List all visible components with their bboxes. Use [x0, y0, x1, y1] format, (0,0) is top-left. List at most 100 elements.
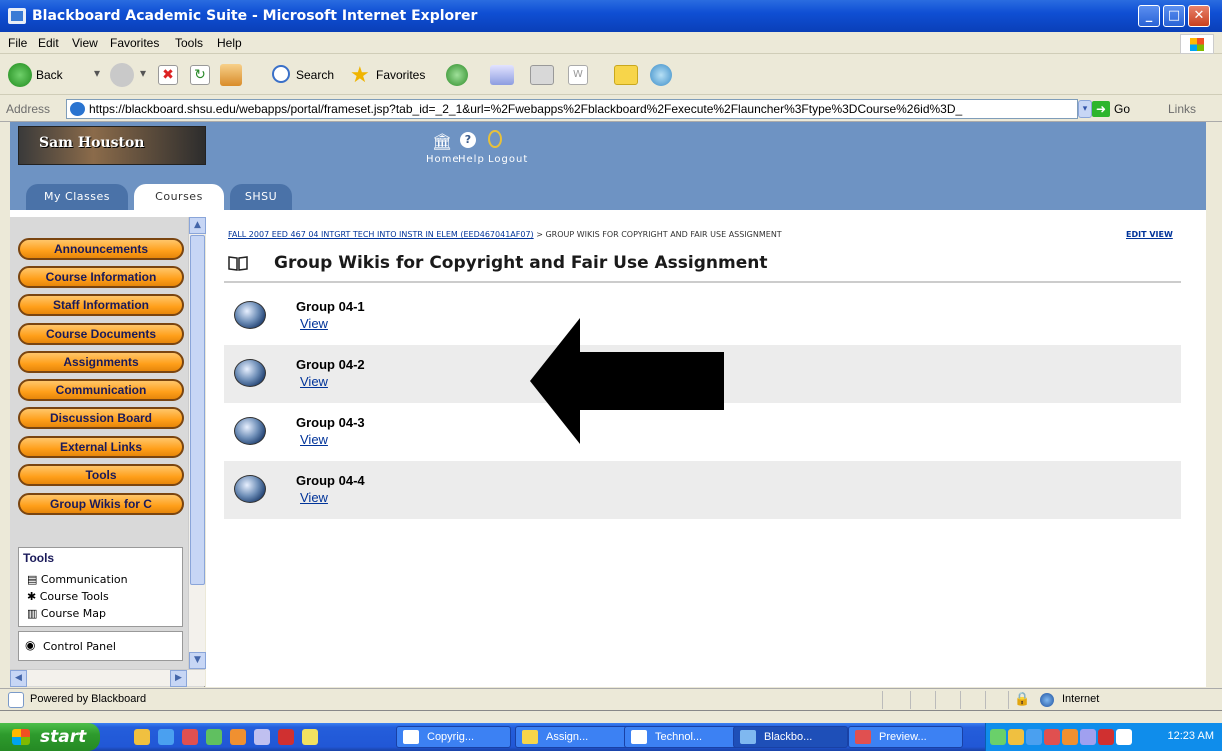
- task-folder-assign[interactable]: Assign...: [515, 726, 630, 748]
- home-building-icon[interactable]: 🏛: [432, 132, 452, 151]
- nav-home[interactable]: Home: [426, 154, 460, 165]
- tray-icon[interactable]: [1098, 729, 1114, 745]
- menu-group-wikis[interactable]: Group Wikis for C: [18, 493, 184, 515]
- nav-logout[interactable]: Logout: [488, 154, 528, 165]
- address-dropdown-icon[interactable]: ▾: [1078, 100, 1092, 118]
- menu-assignments[interactable]: Assignments: [18, 351, 184, 373]
- search-icon[interactable]: [272, 65, 290, 83]
- quicklaunch-icon[interactable]: [254, 729, 270, 745]
- control-panel[interactable]: ◉ Control Panel: [18, 631, 183, 661]
- menu-edit[interactable]: Edit: [38, 36, 59, 50]
- back-dropdown-icon[interactable]: ▾: [94, 66, 100, 80]
- favorites-star-icon[interactable]: ★: [350, 62, 370, 88]
- menu-discussion-board[interactable]: Discussion Board: [18, 407, 184, 429]
- go-arrow-icon[interactable]: ➜: [1092, 101, 1110, 117]
- forward-dropdown-icon[interactable]: ▾: [140, 66, 146, 80]
- status-divider: [882, 691, 883, 709]
- scroll-right-icon[interactable]: ▶: [170, 670, 187, 687]
- folder-icon[interactable]: [614, 65, 638, 85]
- refresh-icon[interactable]: ↻: [190, 65, 210, 85]
- search-label[interactable]: Search: [296, 68, 334, 82]
- status-divider: [910, 691, 911, 709]
- scroll-left-icon[interactable]: ◀: [10, 670, 27, 687]
- quicklaunch-icon[interactable]: [206, 729, 222, 745]
- tool-course-map[interactable]: ▥ Course Map: [27, 607, 106, 620]
- task-word-copyright[interactable]: Copyrig...: [396, 726, 511, 748]
- menu-communication[interactable]: Communication: [18, 379, 184, 401]
- close-button[interactable]: ✕: [1188, 5, 1210, 27]
- mail-icon[interactable]: [490, 65, 514, 85]
- group-view-link[interactable]: View: [300, 490, 328, 505]
- tray-icon[interactable]: [1044, 729, 1060, 745]
- quicklaunch-icon[interactable]: [302, 729, 318, 745]
- quicklaunch-icon[interactable]: [158, 729, 174, 745]
- quicklaunch-icon[interactable]: [278, 729, 294, 745]
- tray-icon[interactable]: [1080, 729, 1096, 745]
- nav-help[interactable]: Help: [458, 154, 485, 165]
- group-view-link[interactable]: View: [300, 316, 328, 331]
- group-view-link[interactable]: View: [300, 374, 328, 389]
- menu-view[interactable]: View: [72, 36, 98, 50]
- quicklaunch-icon[interactable]: [134, 729, 150, 745]
- tray-icon[interactable]: [1062, 729, 1078, 745]
- maximize-button[interactable]: □: [1163, 5, 1185, 27]
- tray-icon[interactable]: [1026, 729, 1042, 745]
- tool-communication[interactable]: ▤ Communication: [27, 573, 128, 586]
- go-button[interactable]: Go: [1114, 102, 1130, 116]
- menu-tools[interactable]: Tools: [175, 36, 203, 50]
- start-button[interactable]: start: [0, 723, 100, 751]
- scroll-thumb[interactable]: [190, 235, 205, 585]
- back-label[interactable]: Back: [36, 68, 63, 82]
- group-name: Group 04-1: [296, 299, 365, 314]
- content-frame: FALL 2007 EED 467 04 INTGRT TECH INTO IN…: [206, 217, 1206, 687]
- menu-favorites[interactable]: Favorites: [110, 36, 159, 50]
- tray-icon[interactable]: [1116, 729, 1132, 745]
- print-icon[interactable]: [530, 65, 554, 85]
- history-icon[interactable]: [446, 64, 468, 86]
- menu-course-information[interactable]: Course Information: [18, 266, 184, 288]
- forward-arrow-icon[interactable]: [110, 63, 134, 87]
- help-icon[interactable]: ?: [460, 132, 476, 148]
- menu-file[interactable]: File: [8, 36, 27, 50]
- tray-icon[interactable]: [1008, 729, 1024, 745]
- tab-shsu[interactable]: SHSU: [230, 184, 292, 210]
- menu-course-documents[interactable]: Course Documents: [18, 323, 184, 345]
- left-horizontal-scrollbar[interactable]: ◀ ▶: [10, 669, 205, 687]
- menu-announcements[interactable]: Announcements: [18, 238, 184, 260]
- tray-icon[interactable]: [990, 729, 1006, 745]
- links-button[interactable]: Links: [1168, 102, 1196, 116]
- menu-external-links[interactable]: External Links: [18, 436, 184, 458]
- tool-course-tools[interactable]: ✱ Course Tools: [27, 590, 109, 603]
- status-divider: [1008, 691, 1009, 709]
- ie-icon: [740, 730, 756, 744]
- course-tools-icon: ✱: [27, 590, 37, 603]
- page-title: Group Wikis for Copyright and Fair Use A…: [274, 253, 768, 273]
- scroll-down-icon[interactable]: ▼: [189, 652, 206, 669]
- address-url: https://blackboard.shsu.edu/webapps/port…: [89, 102, 963, 116]
- quicklaunch-icon[interactable]: [230, 729, 246, 745]
- menu-tools[interactable]: Tools: [18, 464, 184, 486]
- task-preview[interactable]: Preview...: [848, 726, 963, 748]
- left-vertical-scrollbar[interactable]: ▲ ▼: [188, 217, 206, 669]
- home-icon[interactable]: [220, 64, 242, 86]
- minimize-button[interactable]: _: [1138, 5, 1160, 27]
- messenger-icon[interactable]: [650, 64, 672, 86]
- edit-word-icon[interactable]: W: [568, 65, 588, 85]
- quicklaunch-icon[interactable]: [182, 729, 198, 745]
- scroll-up-icon[interactable]: ▲: [189, 217, 206, 234]
- menu-staff-information[interactable]: Staff Information: [18, 294, 184, 316]
- favorites-label[interactable]: Favorites: [376, 68, 425, 82]
- task-word-technol[interactable]: Technol...: [624, 726, 739, 748]
- stop-icon[interactable]: ✖: [158, 65, 178, 85]
- back-arrow-icon[interactable]: [8, 63, 32, 87]
- edit-view-link[interactable]: EDIT VIEW: [1126, 230, 1173, 239]
- breadcrumb-course-link[interactable]: FALL 2007 EED 467 04 INTGRT TECH INTO IN…: [228, 230, 534, 239]
- group-view-link[interactable]: View: [300, 432, 328, 447]
- tab-courses[interactable]: Courses: [134, 184, 224, 210]
- tab-my-classes[interactable]: My Classes: [26, 184, 128, 210]
- logout-lock-icon[interactable]: [488, 130, 502, 148]
- address-input[interactable]: https://blackboard.shsu.edu/webapps/port…: [66, 99, 1078, 119]
- task-ie-blackboard[interactable]: Blackbo...: [733, 726, 848, 748]
- menu-help[interactable]: Help: [217, 36, 242, 50]
- university-logo[interactable]: Sam Houston: [18, 126, 206, 165]
